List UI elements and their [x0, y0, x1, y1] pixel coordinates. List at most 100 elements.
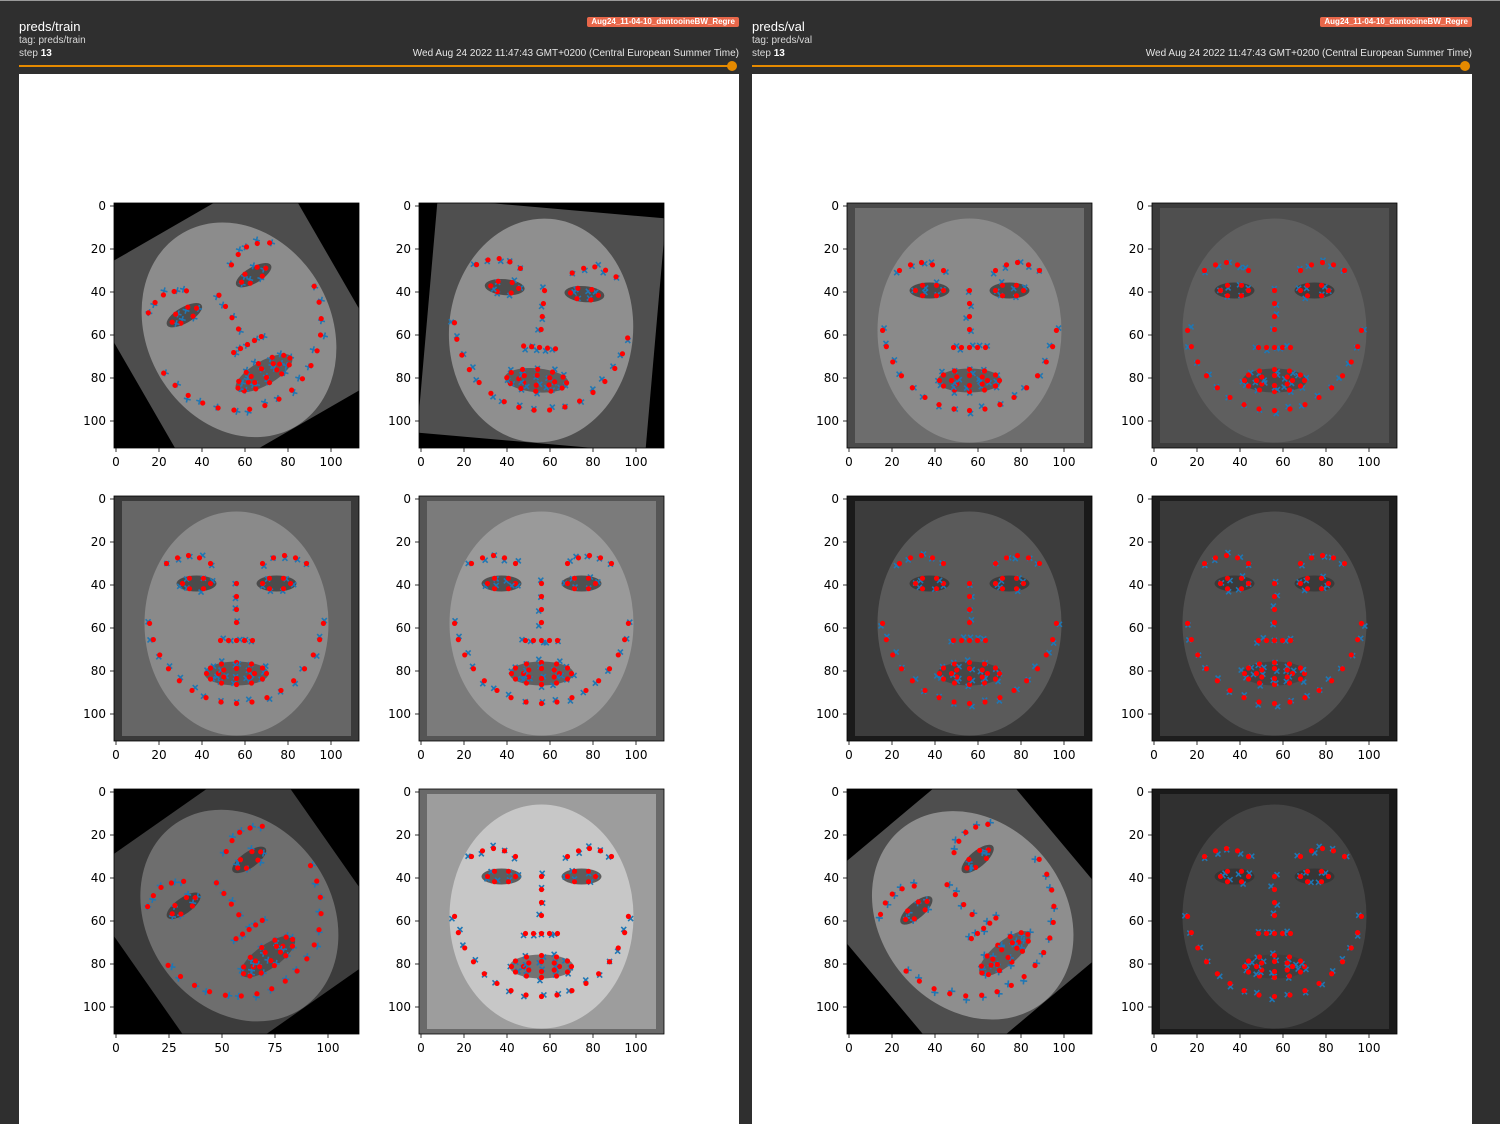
- target-landmark: [999, 282, 1006, 288]
- y-tick-label: 80: [824, 371, 839, 385]
- x-tick-label: 60: [970, 1041, 985, 1055]
- x-tick-label: 100: [1358, 1041, 1381, 1055]
- target-landmark: [564, 853, 571, 860]
- target-landmark: [1263, 344, 1270, 351]
- y-tick-label: 40: [824, 285, 839, 299]
- target-landmark: [606, 959, 613, 965]
- target-landmark: [1304, 575, 1311, 581]
- x-tick-label: 100: [625, 1041, 648, 1055]
- target-landmark: [248, 680, 255, 686]
- target-landmark: [551, 674, 557, 680]
- target-landmark: [1238, 575, 1245, 581]
- y-tick-label: 60: [824, 914, 839, 928]
- target-landmark: [1284, 374, 1290, 380]
- target-landmark: [1271, 326, 1278, 333]
- target-landmark: [933, 586, 940, 592]
- x-tick-label: 100: [1358, 455, 1381, 469]
- target-landmark: [1053, 620, 1060, 626]
- mouth: [937, 368, 1002, 393]
- target-landmark: [526, 967, 532, 973]
- target-landmark: [1302, 988, 1308, 994]
- target-landmark: [918, 552, 925, 559]
- card-timestamp: Wed Aug 24 2022 11:47:43 GMT+0200 (Centr…: [412, 48, 739, 59]
- step-slider[interactable]: [752, 61, 1470, 71]
- y-tick-label: 40: [824, 871, 839, 885]
- target-landmark: [569, 988, 575, 994]
- image-area: 0 20 40 60 80 100 0 20 40 60 80 100 0 20 40 60 80 100 0 20 4…: [752, 74, 1472, 1124]
- target-landmark: [1259, 374, 1265, 380]
- target-landmark: [538, 886, 545, 893]
- target-landmark: [1304, 879, 1311, 885]
- target-landmark: [1184, 620, 1191, 626]
- target-landmark: [909, 678, 915, 684]
- target-landmark: [966, 313, 973, 320]
- target-landmark: [455, 930, 461, 936]
- step-value: 13: [773, 48, 785, 59]
- target-landmark: [585, 868, 592, 874]
- target-landmark: [922, 687, 928, 694]
- x-tick-label: 60: [1275, 1041, 1290, 1055]
- y-tick-label: 0: [1136, 492, 1144, 506]
- y-tick-label: 100: [83, 1000, 106, 1014]
- target-landmark: [523, 661, 530, 667]
- face-image: [847, 496, 1092, 741]
- target-landmark: [1325, 873, 1332, 880]
- target-landmark: [249, 637, 256, 644]
- y-tick-label: 40: [824, 578, 839, 592]
- y-tick-label: 40: [396, 871, 411, 885]
- target-landmark: [1358, 913, 1365, 919]
- step-slider-handle[interactable]: [727, 61, 737, 71]
- y-tick-label: 40: [91, 871, 106, 885]
- figure-grid: 0 20 40 60 80 100 0 20 40 60 80 100 0 20 40 60 80 100 0 20 4…: [816, 199, 1398, 1055]
- y-tick-label: 0: [831, 785, 839, 799]
- x-tick-label: 80: [1013, 1041, 1028, 1055]
- x-tick-label: 0: [417, 748, 425, 762]
- target-landmark: [481, 678, 487, 684]
- target-landmark: [1214, 385, 1220, 391]
- target-landmark: [1271, 300, 1278, 307]
- target-landmark: [1271, 407, 1278, 414]
- figure-grid: 0 20 40 60 80 100 0 20 40 60 80 100 0 20 40 60 80 100 0 20 4…: [83, 199, 665, 1055]
- step-slider[interactable]: [19, 61, 737, 71]
- target-landmark: [490, 552, 497, 559]
- x-tick-label: 20: [1189, 1041, 1204, 1055]
- target-landmark: [940, 665, 947, 671]
- target-landmark: [929, 262, 936, 268]
- target-landmark: [592, 580, 599, 587]
- target-landmark: [554, 637, 561, 644]
- face-image: [114, 789, 359, 1034]
- target-landmark: [1339, 959, 1346, 965]
- step-slider-handle[interactable]: [1460, 61, 1470, 71]
- target-landmark: [207, 665, 214, 671]
- target-landmark: [310, 652, 316, 658]
- target-landmark: [981, 680, 988, 686]
- target-landmark: [992, 665, 999, 671]
- target-landmark: [1341, 560, 1348, 567]
- target-landmark: [936, 402, 942, 408]
- subplot: 0 20 40 60 80 100 0 20 40 60 80 100: [816, 492, 1093, 762]
- target-landmark: [596, 971, 602, 977]
- x-tick-label: 40: [927, 1041, 942, 1055]
- target-landmark: [163, 560, 170, 567]
- subplot: 0 20 40 60 80 100 0 20 40 60 80 100: [1121, 492, 1398, 762]
- step-label: step: [19, 48, 38, 59]
- target-landmark: [1319, 259, 1326, 266]
- face-region: [1160, 794, 1389, 1029]
- target-landmark: [966, 407, 973, 414]
- target-landmark: [468, 560, 475, 567]
- target-landmark: [1297, 287, 1304, 294]
- target-landmark: [1256, 387, 1263, 393]
- target-landmark: [992, 287, 999, 294]
- target-landmark: [898, 666, 905, 672]
- target-landmark: [512, 665, 519, 671]
- target-landmark: [966, 675, 973, 682]
- x-tick-label: 60: [1275, 748, 1290, 762]
- target-landmark: [1011, 394, 1017, 401]
- target-landmark: [1224, 868, 1231, 874]
- target-landmark: [1259, 960, 1265, 966]
- target-landmark: [615, 652, 621, 658]
- target-landmark: [992, 383, 999, 389]
- target-landmark: [999, 575, 1006, 581]
- x-tick-label: 0: [845, 455, 853, 469]
- target-landmark: [501, 555, 508, 561]
